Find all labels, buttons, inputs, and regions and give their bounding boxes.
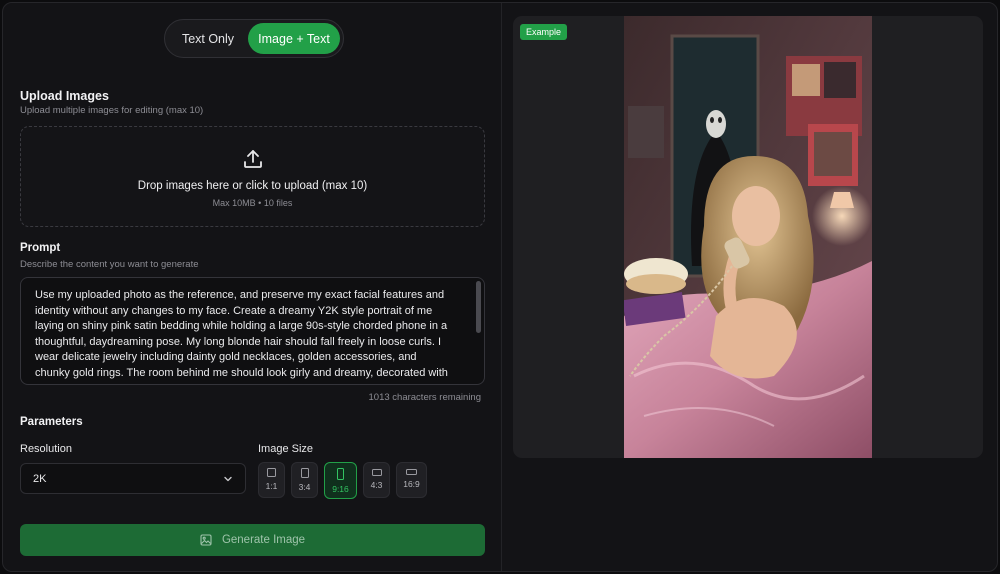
app-window: Text Only Image + Text Upload Images Upl… (2, 2, 998, 572)
resolution-label: Resolution (20, 443, 72, 455)
size-ratio-label: 9:16 (332, 484, 349, 494)
size-ratio-label: 16:9 (403, 479, 420, 489)
mode-toggle: Text Only Image + Text (164, 19, 344, 58)
wide-landscape-ratio-icon (406, 469, 417, 475)
image-icon (200, 534, 212, 546)
prompt-subtitle: Describe the content you want to generat… (20, 259, 199, 270)
panel-divider (501, 3, 502, 571)
image-dropzone[interactable]: Drop images here or click to upload (max… (20, 126, 485, 227)
size-option-9-16[interactable]: 9:16 (324, 462, 357, 499)
tall-portrait-ratio-icon (337, 468, 344, 480)
text-only-tab[interactable]: Text Only (168, 23, 248, 54)
size-option-3-4[interactable]: 3:4 (291, 462, 318, 498)
dropzone-limits: Max 10MB • 10 files (212, 198, 293, 208)
upload-icon (243, 150, 262, 168)
size-ratio-label: 4:3 (370, 480, 383, 490)
parameters-title: Parameters (20, 416, 83, 428)
square-ratio-icon (267, 468, 276, 477)
size-ratio-label: 1:1 (265, 481, 278, 491)
resolution-value: 2K (33, 472, 47, 485)
preview-panel: Example (513, 16, 983, 458)
prompt-scrollbar[interactable] (476, 281, 481, 333)
prompt-text: Use my uploaded photo as the reference, … (35, 289, 448, 379)
size-ratio-label: 3:4 (298, 482, 311, 492)
dropzone-label: Drop images here or click to upload (max… (137, 180, 368, 192)
resolution-select[interactable]: 2K (20, 463, 246, 494)
example-image (624, 16, 872, 458)
image-size-options: 1:1 3:4 9:16 4:3 16:9 (258, 462, 427, 499)
generate-image-button[interactable]: Generate Image (20, 524, 485, 556)
landscape-ratio-icon (371, 469, 382, 476)
generate-button-label: Generate Image (221, 534, 306, 546)
size-option-1-1[interactable]: 1:1 (258, 462, 285, 498)
chevron-down-icon (224, 476, 232, 481)
example-badge: Example (520, 24, 568, 40)
image-text-tab[interactable]: Image + Text (248, 23, 340, 54)
upload-title: Upload Images (20, 89, 109, 103)
chars-remaining: 1013 characters remaining (368, 392, 481, 403)
portrait-ratio-icon (300, 468, 309, 478)
image-size-label: Image Size (258, 443, 314, 455)
size-option-4-3[interactable]: 4:3 (363, 462, 390, 498)
upload-subtitle: Upload multiple images for editing (max … (20, 105, 204, 116)
prompt-title: Prompt (20, 242, 61, 254)
prompt-textarea[interactable]: Use my uploaded photo as the reference, … (20, 277, 485, 385)
size-option-16-9[interactable]: 16:9 (396, 462, 427, 498)
